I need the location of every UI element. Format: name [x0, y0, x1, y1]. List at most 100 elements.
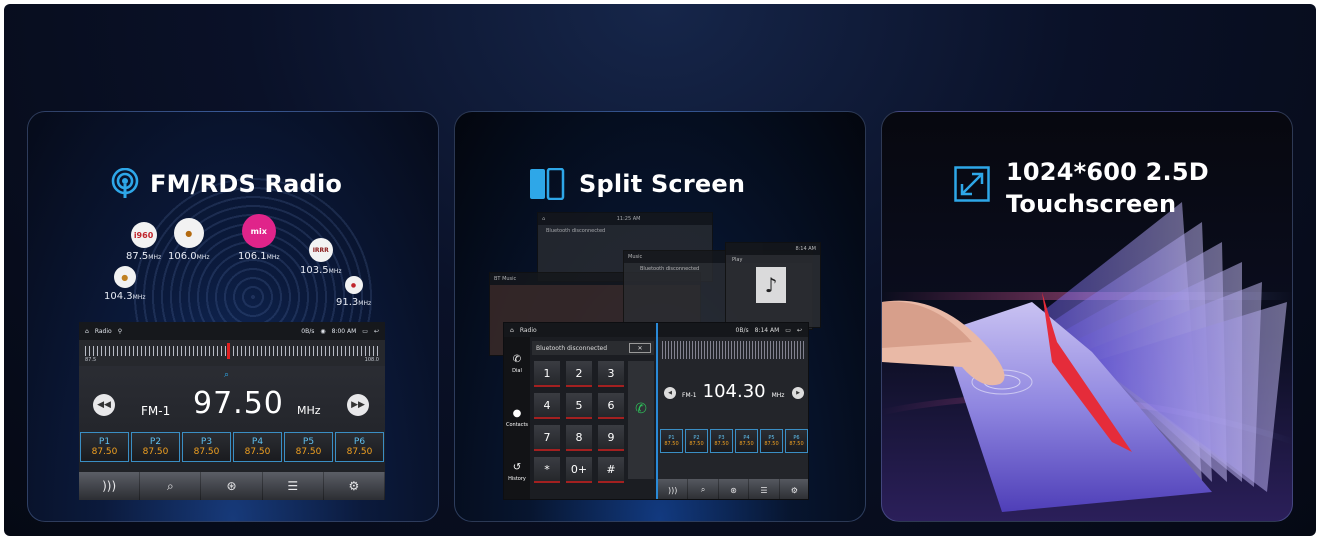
split-screen-title: Split Screen [529, 168, 745, 200]
back-icon[interactable]: ↩ [374, 328, 379, 335]
preset-button[interactable]: P4 87.50 [233, 432, 282, 462]
frequency-unit: MHz [297, 404, 321, 417]
equalizer-icon[interactable]: ☰ [263, 472, 324, 500]
preset-button[interactable]: P1 87.50 [660, 429, 683, 453]
split-screen-icon [530, 168, 565, 200]
sidebar-item-dial[interactable]: ✆ Dial [504, 337, 530, 391]
sidebar-item-contacts[interactable]: ● Contacts [504, 391, 530, 445]
person-icon: ● [512, 408, 522, 419]
key-button[interactable]: 3 [598, 361, 624, 387]
fm-rds-radio-card: FM/RDS Radio i960 87.5MHz ● 106.0MHz mix… [27, 111, 439, 522]
station-logo: i960 [130, 222, 157, 248]
preset-row: P1 87.50 P2 87.50 P3 87.50 P4 87.50 P5 87.50 … [79, 432, 385, 462]
station-logo: ● [113, 266, 136, 288]
back-icon[interactable]: ↩ [797, 327, 802, 334]
preset-button[interactable]: P2 87.50 [131, 432, 180, 462]
tuning-scale[interactable]: 87.5 108.0 [79, 340, 385, 366]
phone-icon: ✆ [635, 401, 647, 417]
preset-button[interactable]: P3 87.50 [710, 429, 733, 453]
mini-radio-screen: ◀ FM-1 104.30 MHz ▶ P1 87.50 P2 87.50 P3 87… [658, 337, 808, 499]
card-title: FM/RDS Radio [150, 170, 343, 198]
preset-button[interactable]: P3 87.50 [182, 432, 231, 462]
phone-dialer: ✆ Dial ● Contacts ↺ History Bluetooth disco… [504, 337, 656, 499]
card-title-line-1: 1024*600 2.5D [1006, 158, 1209, 186]
station-bubble[interactable]: i960 87.5MHz [126, 222, 161, 262]
preset-button[interactable]: P1 87.50 [80, 432, 129, 462]
seek-forward-button[interactable]: ▶▶ [347, 394, 369, 416]
window-icon[interactable]: ▭ [785, 327, 791, 334]
gear-icon[interactable]: ⚙ [324, 472, 386, 500]
preset-button[interactable]: P5 87.50 [284, 432, 333, 462]
preset-button[interactable]: P5 87.50 [760, 429, 783, 453]
station-bubble[interactable]: ● 104.3MHz [104, 266, 145, 302]
scan-search-icon[interactable]: ⊛ [719, 479, 750, 499]
card-title-line-2: Touchscreen [1006, 190, 1177, 218]
fm-rds-title: FM/RDS Radio [110, 168, 342, 200]
call-button[interactable]: ✆ [628, 361, 654, 479]
key-button[interactable]: 2 [566, 361, 592, 387]
station-bubble[interactable]: mix 106.1MHz [238, 214, 279, 262]
gear-icon[interactable]: ⚙ [780, 479, 808, 499]
key-button[interactable]: 8 [566, 425, 592, 451]
equalizer-icon[interactable]: ☰ [749, 479, 780, 499]
radio-toolbar: ))) ⌕ ⊛ ☰ ⚙ [79, 472, 386, 500]
window-icon[interactable]: ▭ [362, 328, 368, 335]
tuning-needle[interactable] [227, 343, 230, 359]
station-bubble[interactable]: ● 106.0MHz [168, 218, 209, 262]
keypad: 1 2 3 4 5 6 7 8 9 * 0+ # [534, 361, 624, 483]
scale-low: 87.5 [85, 357, 97, 363]
scan-search-icon[interactable]: ⊛ [201, 472, 263, 500]
home-icon[interactable]: ⌂ [85, 328, 89, 335]
touchscreen-title: 1024*600 2.5D Touchscreen [954, 156, 1209, 220]
backspace-button[interactable]: ✕ [629, 343, 651, 353]
dialer-sidebar: ✆ Dial ● Contacts ↺ History [504, 337, 530, 499]
seek-back-button[interactable]: ◀◀ [93, 394, 115, 416]
preset-button[interactable]: P2 87.50 [685, 429, 708, 453]
preset-button[interactable]: P6 87.50 [785, 429, 808, 453]
bluetooth-status: Bluetooth disconnected ✕ [532, 341, 654, 355]
station-logo: IRRR [308, 238, 333, 262]
station-bubble[interactable]: IRRR 103.5MHz [300, 238, 341, 276]
sidebar-item-history[interactable]: ↺ History [504, 445, 530, 499]
key-button[interactable]: 5 [566, 393, 592, 419]
location-icon: ◉ [320, 327, 326, 335]
search-icon[interactable]: ⌕ [140, 472, 202, 500]
seek-back-button[interactable]: ◀ [664, 387, 676, 399]
search-icon[interactable]: ⌕ [688, 479, 719, 499]
key-button[interactable]: 1 [534, 361, 560, 387]
status-bar: ⌂ Radio ⚲ 0B/s ◉ 8:00 AM ▭ ↩ [79, 322, 385, 340]
music-note-icon: ♪ [756, 267, 786, 303]
band-label: FM-1 [141, 404, 171, 418]
key-button[interactable]: * [534, 457, 560, 483]
station-frequency: 91.3MHz [336, 297, 372, 308]
seek-forward-button[interactable]: ▶ [792, 387, 804, 399]
background-screenshot: 8:14 AM Play ♪ [725, 242, 821, 328]
rds-icon[interactable]: ))) [79, 472, 141, 500]
key-button[interactable]: 4 [534, 393, 560, 419]
key-button[interactable]: 7 [534, 425, 560, 451]
preset-row: P1 87.50 P2 87.50 P3 87.50 P4 87.50 P5 87.50 … [660, 429, 808, 453]
rds-icon[interactable]: ))) [658, 479, 689, 499]
home-icon: ⌂ [542, 216, 546, 222]
station-logo: mix [241, 214, 276, 248]
preset-button[interactable]: P6 87.50 [335, 432, 384, 462]
clock: 8:00 AM [331, 327, 357, 335]
split-screen-card: Split Screen ⌂ 11:25 AM Bluetooth disconn… [454, 111, 866, 522]
preset-button[interactable]: P4 87.50 [735, 429, 758, 453]
tuning-scale[interactable] [662, 341, 806, 359]
radio-toolbar: ))) ⌕ ⊛ ☰ ⚙ [658, 479, 808, 499]
station-frequency: 87.5MHz [126, 251, 162, 262]
radio-app-screen: ⌂ Radio ⚲ 0B/s ◉ 8:00 AM ▭ ↩ 87.5 108.0 … [79, 322, 386, 500]
key-button[interactable]: 0+ [566, 457, 592, 483]
station-logo: ● [344, 276, 363, 294]
key-button[interactable]: # [598, 457, 624, 483]
frequency-display: FM-1 104.30 MHz [682, 381, 785, 402]
frequency-display: ⌕ ◀◀ FM-1 97.50 MHz ▶▶ [79, 366, 385, 432]
app-label: Radio [94, 327, 112, 335]
home-icon[interactable]: ⌂ [510, 327, 514, 334]
station-bubble[interactable]: ● 91.3MHz [336, 276, 371, 308]
scan-icon[interactable]: ⌕ [224, 370, 229, 380]
key-button[interactable]: 6 [598, 393, 624, 419]
key-button[interactable]: 9 [598, 425, 624, 451]
station-frequency: 106.0MHz [168, 251, 210, 262]
